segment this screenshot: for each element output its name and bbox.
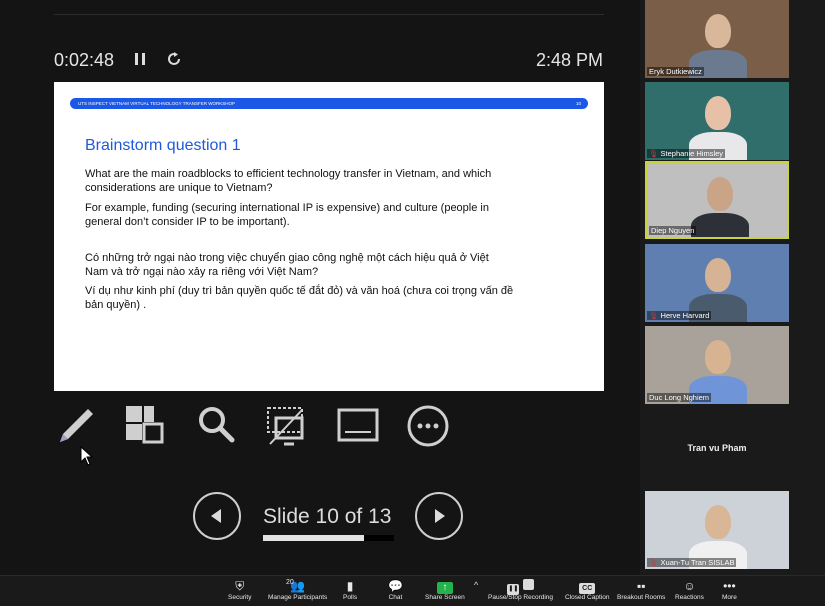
participant-tile[interactable]: Diep Nguyen: [645, 161, 789, 239]
people-icon: 👥 20: [268, 578, 327, 594]
participant-face: [707, 177, 733, 211]
control-label: Breakout Rooms: [617, 594, 666, 601]
share-screen-button[interactable]: ↑ Share Screen: [425, 578, 465, 601]
closed-caption-button[interactable]: CC Closed Caption: [565, 578, 609, 601]
participant-name: Duc Long Nghiem: [649, 393, 710, 402]
chat-icon: 💬: [388, 579, 403, 593]
subtitle-icon[interactable]: [336, 404, 380, 448]
shield-icon: ⛨: [235, 579, 245, 593]
participant-name-label: 🎙 Xuan-Tu Tran SISLAB: [647, 558, 737, 567]
reactions-button[interactable]: ☺ Reactions: [675, 578, 704, 601]
muted-mic-icon: 🎙: [649, 558, 659, 567]
slide-paragraph-1: What are the main roadblocks to efficien…: [85, 168, 492, 194]
next-slide-button[interactable]: [415, 492, 463, 540]
next-arrow-icon: [435, 509, 445, 523]
control-label: Polls: [343, 594, 358, 601]
slide-paragraph-4: Ví dụ như kinh phí (duy trì bản quyền qu…: [85, 285, 514, 311]
participant-body: [691, 213, 749, 237]
more-button[interactable]: ••• More: [722, 578, 737, 601]
slide-counter: Slide 10 of 13: [263, 505, 392, 528]
participant-tile[interactable]: 🎙 Stephanie Himsley: [645, 82, 789, 160]
participant-name: Eryk Dutkiewicz: [649, 67, 702, 76]
control-label: Manage Participants: [268, 594, 328, 601]
more-dots-icon: •••: [723, 579, 736, 593]
share-screen-icon: ↑: [425, 578, 465, 594]
participant-name: Herve Harvard: [660, 311, 710, 320]
participant-name-label: 🎙 Herve Harvard: [647, 311, 712, 320]
share-options-caret-icon[interactable]: ^: [474, 580, 478, 590]
participant-face: [705, 14, 731, 48]
participant-name: Xuan-Tu Tran SISLAB: [660, 558, 735, 567]
breakout-rooms-button[interactable]: ▪▪ Breakout Rooms: [617, 578, 665, 601]
participant-name-label: Eryk Dutkiewicz: [647, 67, 704, 76]
slide-progress-bar: [263, 535, 394, 541]
more-icon[interactable]: [406, 404, 450, 448]
participant-tile[interactable]: Duc Long Nghiem: [645, 326, 789, 404]
participant-name: Tran vu Pham: [687, 443, 747, 453]
pause-stop-recording-button[interactable]: ❚❚ Pause/Stop Recording: [488, 578, 553, 601]
slide-header-bar: UTS INSPECT VIETNAM VIRTUAL TECHNOLOGY T…: [70, 98, 588, 109]
slide-paragraph-3: Có những trở ngại nào trong việc chuyển …: [85, 252, 489, 278]
control-label: Reactions: [675, 594, 704, 601]
participant-tile[interactable]: 🎙 Herve Harvard: [645, 244, 789, 322]
muted-mic-icon: 🎙: [649, 149, 659, 158]
breakout-icon: ▪▪: [636, 579, 646, 593]
rotate-icon[interactable]: [166, 51, 182, 72]
participant-face: [705, 505, 731, 539]
magnify-icon[interactable]: [196, 404, 240, 448]
participant-name: Diep Nguyen: [651, 226, 695, 235]
mouse-cursor-icon: [80, 445, 94, 471]
control-label: More: [722, 594, 737, 601]
prev-arrow-icon: [211, 509, 221, 523]
participant-name-label: 🎙 Stephanie Himsley: [647, 149, 726, 158]
participant-tile[interactable]: Tran vu Pham: [645, 409, 789, 487]
control-label: Pause/Stop Recording: [488, 594, 554, 601]
muted-mic-icon: 🎙: [649, 311, 659, 320]
participant-name-label: Diep Nguyen: [649, 226, 697, 235]
elapsed-timer: 0:02:48: [54, 50, 115, 70]
annotation-toolbar: [54, 404, 454, 449]
presentation-area: 0:02:48 2:48 PM UTS INSPECT VIETNAM VIRT…: [0, 0, 640, 575]
participant-face: [705, 340, 731, 374]
control-label: Share Screen: [425, 594, 465, 601]
polls-button[interactable]: ▮ Polls: [343, 578, 357, 601]
participant-count-badge: 20: [286, 579, 294, 586]
slide-paragraph-2: For example, funding (securing internati…: [85, 202, 489, 228]
slide-title: Brainstorm question 1: [85, 137, 241, 154]
slide-view: UTS INSPECT VIETNAM VIRTUAL TECHNOLOGY T…: [54, 82, 604, 391]
control-label: Security: [228, 594, 252, 601]
reactions-icon: ☺: [683, 579, 696, 593]
participant-face: [705, 258, 731, 292]
participant-video-panel: Eryk Dutkiewicz 🎙 Stephanie Himsley Diep Ng…: [640, 0, 825, 575]
chat-button[interactable]: 💬 Chat: [388, 578, 403, 601]
meeting-controls-bar: ⛨ Security 👥 20 Manage Participants ▮ Polls 💬 Ch…: [0, 575, 825, 606]
participant-tile[interactable]: 🎙 Xuan-Tu Tran SISLAB: [645, 491, 789, 569]
manage-participants-button[interactable]: 👥 20 Manage Participants: [268, 578, 327, 601]
divider: [54, 14, 604, 15]
participant-face: [705, 96, 731, 130]
control-label: Chat: [388, 594, 403, 601]
slide-progress-fill: [263, 535, 364, 541]
security-button[interactable]: ⛨ Security: [228, 578, 251, 601]
slide-header-number: 10: [575, 101, 581, 106]
participant-tile[interactable]: Eryk Dutkiewicz: [645, 0, 789, 78]
polls-icon: ▮: [346, 579, 354, 593]
control-label: Closed Caption: [565, 594, 610, 601]
participant-name: Stephanie Himsley: [660, 149, 724, 158]
record-icon: ❚❚: [488, 578, 553, 595]
clock: 2:48 PM: [535, 50, 603, 70]
pen-icon[interactable]: [54, 404, 98, 448]
prev-slide-button[interactable]: [193, 492, 241, 540]
cc-icon: CC: [565, 578, 609, 594]
crop-screen-icon[interactable]: [264, 404, 308, 448]
participant-name-label: Duc Long Nghiem: [647, 393, 712, 402]
pause-icon[interactable]: [134, 52, 146, 71]
slide-header-text: UTS INSPECT VIETNAM VIRTUAL TECHNOLOGY T…: [78, 101, 235, 106]
layout-icon[interactable]: [124, 404, 168, 448]
